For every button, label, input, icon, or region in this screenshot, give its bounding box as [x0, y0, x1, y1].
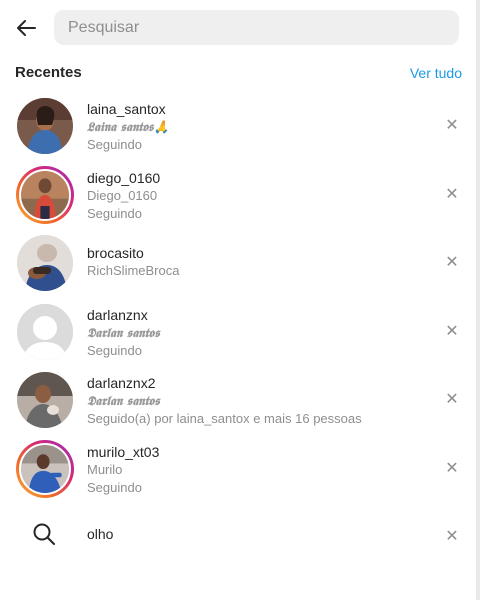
close-icon[interactable]: ✕: [442, 252, 462, 272]
follow-status: Seguindo: [87, 137, 142, 152]
avatar: [16, 97, 74, 155]
username: laina_santox: [87, 101, 166, 117]
list-item[interactable]: darlanznx2 𝕯𝖆𝖗𝖑𝖆𝖓 𝖘𝖆𝖓𝖙𝖔𝖘 Seguido(a) por …: [0, 365, 476, 434]
avatar: [16, 234, 74, 292]
list-item[interactable]: darlanznx 𝕯𝖆𝖗𝖑𝖆𝖓 𝖘𝖆𝖓𝖙𝖔𝖘 Seguindo ✕: [0, 297, 476, 366]
search-icon: [28, 518, 60, 550]
username: murilo_xt03: [87, 443, 160, 460]
list-item[interactable]: murilo_xt03 Murilo Seguindo ✕: [0, 434, 476, 503]
recent-list: laina_santox 𝕷𝖆𝖎𝖓𝖆 𝖘𝖆𝖓𝖙𝖔𝖘🙏 Seguindo ✕ di…: [0, 91, 476, 570]
follow-status: Seguindo: [87, 205, 142, 221]
list-item[interactable]: brocasito RichSlimeBroca ✕: [0, 228, 476, 297]
top-bar: [0, 0, 476, 56]
list-item[interactable]: diego_0160 Diego_0160 Seguindo ✕: [0, 160, 476, 229]
search-input[interactable]: [54, 10, 459, 45]
follow-status: Seguindo: [87, 479, 142, 495]
scroll-edge: [476, 0, 480, 600]
default-avatar-icon: [17, 303, 73, 360]
follow-status: Seguido(a) por laina_santox e mais 16 pe…: [87, 411, 362, 426]
username: darlanznx: [87, 306, 148, 323]
full-name: Diego_0160: [87, 187, 158, 203]
back-button[interactable]: [10, 12, 42, 44]
full-name: 𝕯𝖆𝖗𝖑𝖆𝖓 𝖘𝖆𝖓𝖙𝖔𝖘: [87, 393, 160, 408]
close-icon[interactable]: ✕: [442, 184, 462, 204]
arrow-left-icon: [17, 20, 36, 36]
close-icon[interactable]: ✕: [442, 389, 462, 409]
follow-status: Seguindo: [87, 342, 142, 358]
avatar: [16, 371, 74, 429]
see-all-link[interactable]: Ver tudo: [410, 65, 462, 81]
full-name: 𝕷𝖆𝖎𝖓𝖆 𝖘𝖆𝖓𝖙𝖔𝖘🙏: [87, 119, 170, 134]
list-item[interactable]: laina_santox 𝕷𝖆𝖎𝖓𝖆 𝖘𝖆𝖓𝖙𝖔𝖘🙏 Seguindo ✕: [0, 91, 476, 160]
recents-title: Recentes: [15, 64, 82, 81]
username: diego_0160: [87, 169, 161, 186]
full-name: Murilo: [87, 461, 123, 477]
full-name: 𝕯𝖆𝖗𝖑𝖆𝖓 𝖘𝖆𝖓𝖙𝖔𝖘: [87, 324, 160, 340]
avatar: [16, 303, 74, 361]
username: darlanznx2: [87, 375, 156, 391]
avatar: [16, 165, 74, 224]
close-icon[interactable]: ✕: [442, 458, 462, 478]
recent-search-query[interactable]: olho ✕: [0, 502, 476, 570]
query-text: olho: [87, 526, 114, 542]
search-screen: Recentes Ver tudo laina_santox 𝕷𝖆𝖎𝖓𝖆: [0, 0, 476, 600]
close-icon[interactable]: ✕: [442, 526, 462, 546]
close-icon[interactable]: ✕: [442, 321, 462, 341]
username: brocasito: [87, 245, 144, 261]
close-icon[interactable]: ✕: [442, 115, 462, 135]
avatar: [16, 439, 74, 498]
full-name: RichSlimeBroca: [87, 263, 180, 278]
